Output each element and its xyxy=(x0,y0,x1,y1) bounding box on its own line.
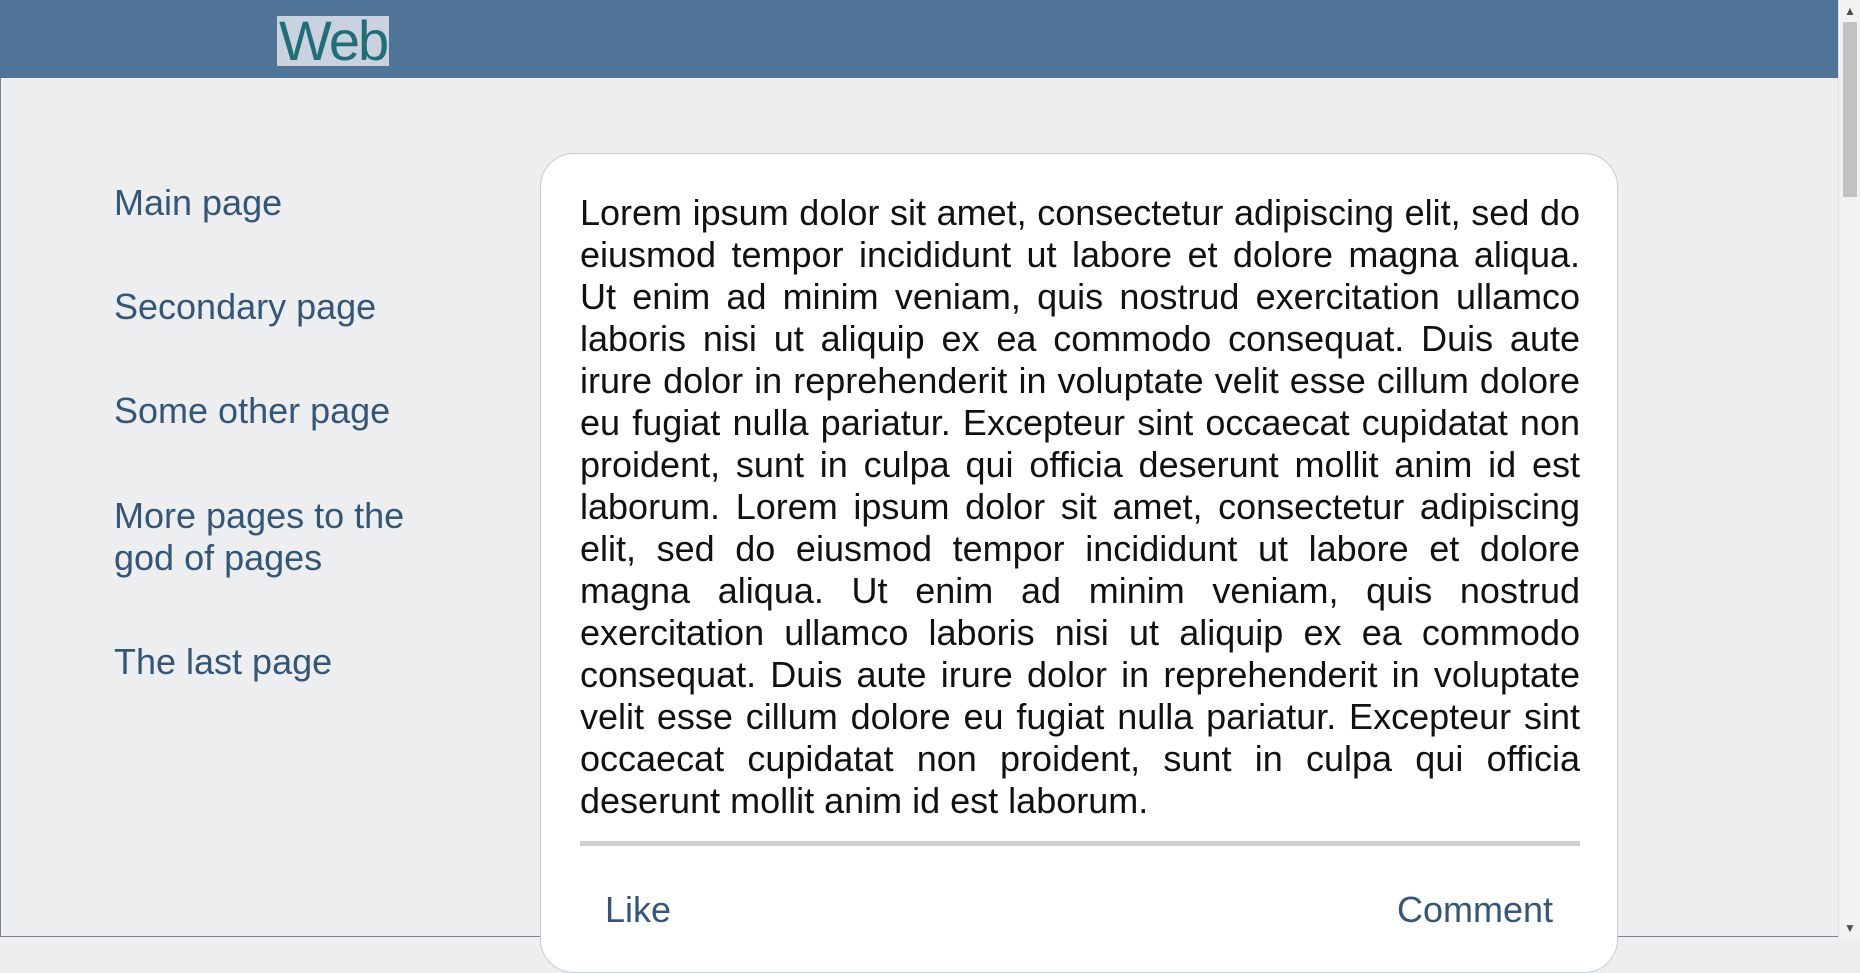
sidebar-item-last-page[interactable]: The last page xyxy=(114,641,434,683)
post-divider xyxy=(580,841,1580,846)
sidebar-item-main-page[interactable]: Main page xyxy=(114,182,434,224)
sidebar-item-secondary-page[interactable]: Secondary page xyxy=(114,286,434,328)
sidebar-item-more-pages[interactable]: More pages to the god of pages xyxy=(114,495,414,579)
comment-button[interactable]: Comment xyxy=(1397,889,1553,931)
like-button[interactable]: Like xyxy=(605,889,671,931)
post-body-text: Lorem ipsum dolor sit amet, consectetur … xyxy=(580,192,1580,821)
scroll-down-arrow-icon[interactable]: ▼ xyxy=(1839,919,1860,937)
sidebar-item-some-other-page[interactable]: Some other page xyxy=(114,390,434,432)
scroll-up-arrow-icon[interactable]: ▲ xyxy=(1839,2,1860,20)
post-card: Lorem ipsum dolor sit amet, consectetur … xyxy=(540,153,1618,973)
scrollbar-thumb[interactable] xyxy=(1843,22,1857,197)
vertical-scrollbar[interactable]: ▲ ▼ xyxy=(1838,0,1860,939)
site-logo[interactable]: Web xyxy=(277,16,390,66)
top-header-bar: Web xyxy=(0,0,1838,78)
